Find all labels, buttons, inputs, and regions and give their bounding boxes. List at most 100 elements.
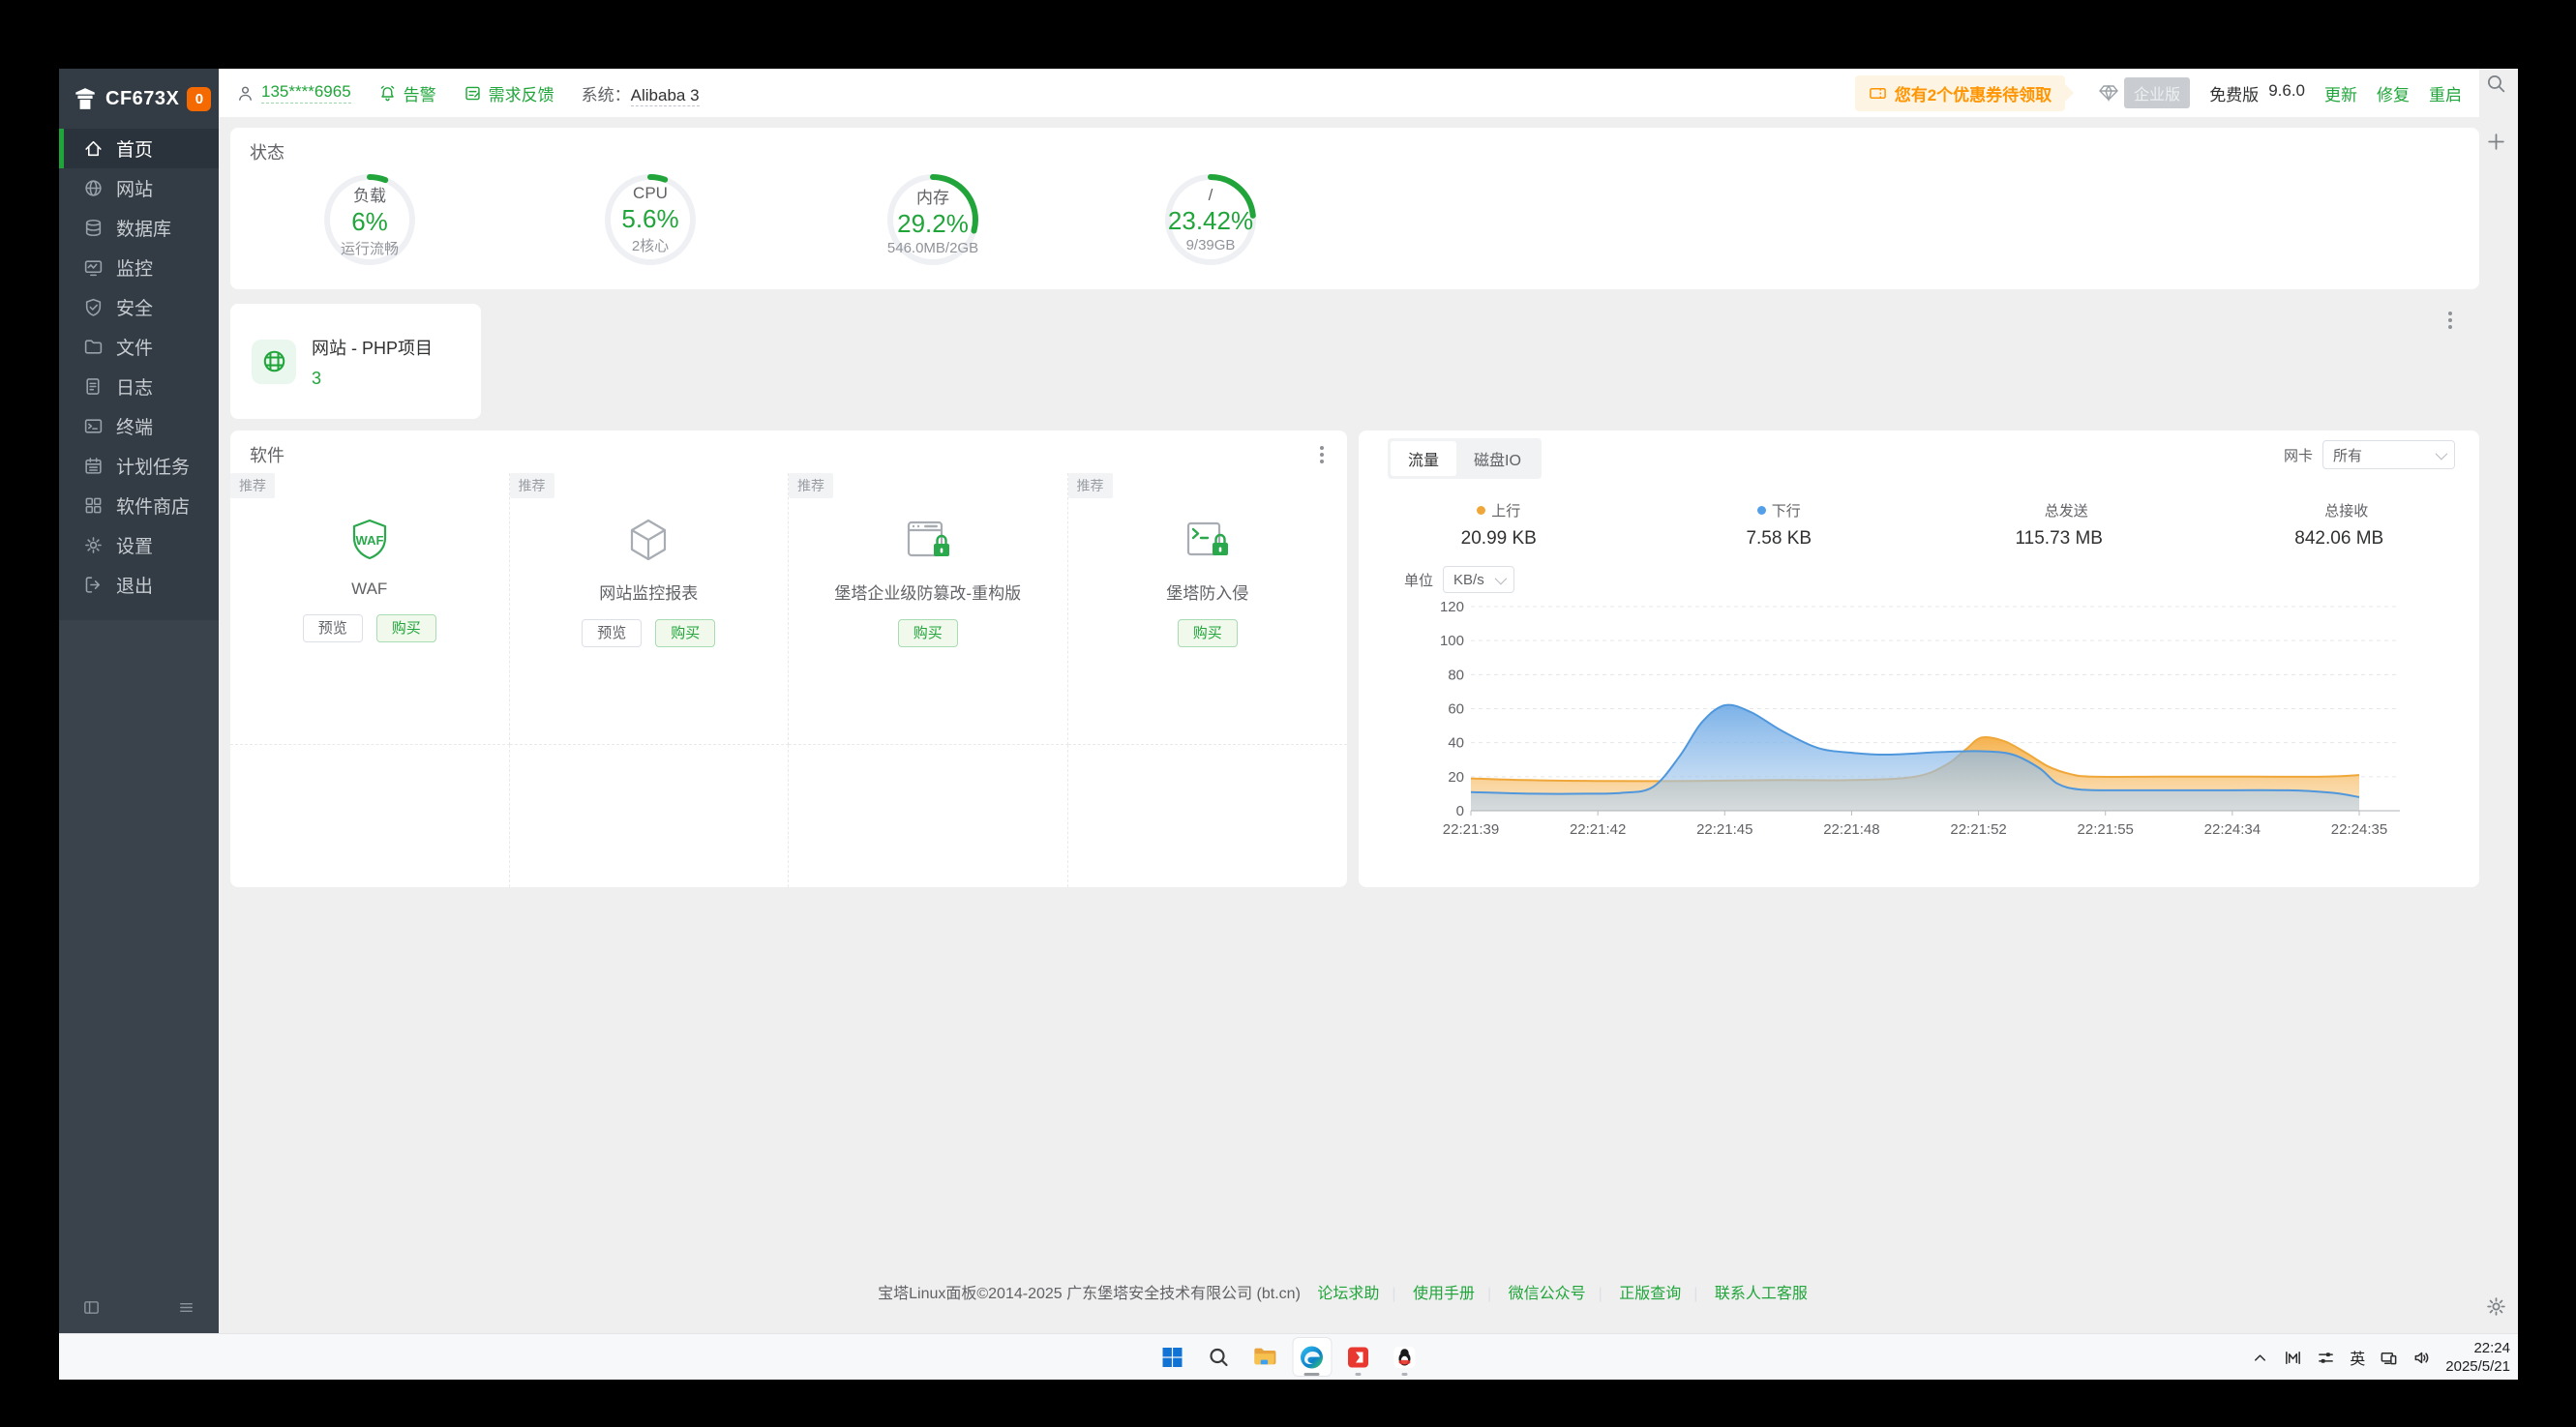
sidebar-item-home[interactable]: 首页: [59, 129, 219, 168]
sidebar-item-appstore[interactable]: 软件商店: [59, 486, 219, 525]
sidebar-nav: 首页 网站 数据库 监控: [59, 129, 219, 605]
buy-button[interactable]: 购买: [1178, 619, 1238, 647]
sidebar-item-website[interactable]: 网站: [59, 168, 219, 208]
logo[interactable]: CF673X 0: [59, 69, 219, 129]
tab-traffic[interactable]: 流量: [1391, 441, 1456, 476]
gauge-value: 29.2%: [897, 209, 969, 239]
sidebar-item-security[interactable]: 安全: [59, 287, 219, 327]
preview-button[interactable]: 预览: [303, 614, 363, 642]
sidebar-item-label: 退出: [116, 572, 153, 598]
home-icon: [83, 138, 104, 159]
software-name: 网站监控报表: [599, 580, 698, 604]
nic-select[interactable]: 所有: [2322, 440, 2455, 469]
sidebar-item-database[interactable]: 数据库: [59, 208, 219, 248]
page-search-icon[interactable]: [2485, 73, 2507, 100]
message-count-badge[interactable]: 0: [187, 87, 211, 111]
repair-button[interactable]: 修复: [2377, 81, 2410, 105]
restart-button[interactable]: 重启: [2429, 81, 2462, 105]
edge-browser-icon[interactable]: [1292, 1337, 1332, 1377]
enterprise-upgrade[interactable]: 企业版: [2098, 77, 2190, 108]
sidebar-item-label: 文件: [116, 334, 153, 360]
chart-tabs: 流量 磁盘IO: [1388, 438, 1542, 479]
ime-indicator[interactable]: 英: [2350, 1346, 2365, 1369]
down-dot-icon: [1757, 506, 1766, 515]
version-info: 免费版 9.6.0: [2209, 81, 2305, 105]
footer-link-genuine[interactable]: 正版查询: [1619, 1286, 1681, 1302]
page-settings-gear-icon[interactable]: [2485, 1295, 2507, 1323]
account-link[interactable]: 135****6965: [236, 82, 351, 104]
gauge-sub: 9/39GB: [1186, 237, 1236, 253]
row-more-icon[interactable]: [2444, 308, 2456, 333]
sidebar-item-cron[interactable]: 计划任务: [59, 446, 219, 486]
unit-select[interactable]: KB/s: [1443, 566, 1514, 593]
software-item-monitor-report[interactable]: 推荐 网站监控报表 预览 购买: [510, 473, 790, 745]
sidebar-item-monitor[interactable]: 监控: [59, 248, 219, 287]
chevron-down-icon: [2436, 447, 2448, 460]
stat-downstream: 下行 7.58 KB: [1639, 500, 1920, 550]
update-button[interactable]: 更新: [2324, 81, 2357, 105]
sidebar-item-logout[interactable]: 退出: [59, 565, 219, 605]
footer-link-forum[interactable]: 论坛求助: [1317, 1286, 1379, 1302]
gauge-value: 5.6%: [621, 204, 678, 234]
software-name: 堡塔企业级防篡改-重构版: [834, 580, 1021, 604]
sidebar-item-settings[interactable]: 设置: [59, 525, 219, 565]
gear-icon: [83, 535, 104, 555]
terminal-lock-icon: [1181, 510, 1235, 570]
tray-chevron-up-icon[interactable]: [2251, 1349, 2269, 1367]
buy-button[interactable]: 购买: [376, 614, 436, 642]
svg-text:0: 0: [1456, 803, 1464, 819]
buy-button[interactable]: 购买: [898, 619, 958, 647]
tray-sliders-icon[interactable]: [2317, 1349, 2335, 1367]
qq-icon[interactable]: [1385, 1337, 1424, 1377]
svg-text:120: 120: [1440, 599, 1464, 615]
taskbar-search-icon[interactable]: [1199, 1337, 1239, 1377]
gauge-value: 23.42%: [1168, 206, 1253, 236]
unit-label: 单位: [1404, 570, 1433, 590]
sidebar-item-label: 计划任务: [116, 453, 190, 479]
gauge-memory[interactable]: 内存29.2%546.0MB/2GB: [886, 173, 979, 266]
account-number[interactable]: 135****6965: [261, 82, 351, 104]
sidebar-item-files[interactable]: 文件: [59, 327, 219, 367]
website-count[interactable]: 3: [312, 369, 433, 389]
alarm-bell-icon: [378, 84, 397, 103]
traffic-chart[interactable]: 02040608010012022:21:3922:21:4222:21:452…: [1427, 597, 2453, 844]
collapse-sidebar-icon[interactable]: [82, 1298, 101, 1322]
footer-link-manual[interactable]: 使用手册: [1413, 1286, 1475, 1302]
file-explorer-icon[interactable]: [1245, 1337, 1285, 1377]
coupon-banner[interactable]: 您有2个优惠券待领取: [1855, 75, 2065, 111]
feedback-link[interactable]: 需求反馈: [464, 81, 554, 105]
software-name: WAF: [351, 580, 387, 599]
menu-list-icon[interactable]: [177, 1298, 195, 1322]
alert-link[interactable]: 告警: [378, 81, 436, 105]
software-item-waf[interactable]: 推荐 WAF WAF 预览 购买: [230, 473, 510, 745]
tray-m-app-icon[interactable]: [2284, 1349, 2302, 1367]
website-card[interactable]: 网站 - PHP项目 3: [230, 304, 481, 419]
footer-link-support[interactable]: 联系人工客服: [1715, 1286, 1808, 1302]
traffic-panel: 流量 磁盘IO 网卡 所有 上行 20.99 KB 下行 7.58 KB: [1359, 431, 2479, 887]
footer-link-wechat[interactable]: 微信公众号: [1509, 1286, 1586, 1302]
office-app-icon[interactable]: [1338, 1337, 1378, 1377]
software-item-intrusion[interactable]: 推荐 堡塔防入侵 购买: [1068, 473, 1348, 745]
tray-device-icon[interactable]: [2380, 1349, 2398, 1367]
windows-start-icon[interactable]: [1153, 1337, 1192, 1377]
sidebar: CF673X 0 首页 网站 数据库: [59, 69, 219, 1333]
tray-volume-icon[interactable]: [2412, 1349, 2431, 1367]
system-name[interactable]: Alibaba 3: [631, 86, 700, 106]
software-more-icon[interactable]: [1316, 442, 1328, 467]
gauge-disk[interactable]: /23.42%9/39GB: [1164, 173, 1257, 266]
taskbar-clock[interactable]: 22:24 2025/5/21: [2445, 1339, 2510, 1377]
sidebar-item-terminal[interactable]: 终端: [59, 406, 219, 446]
tab-disk-io[interactable]: 磁盘IO: [1456, 441, 1539, 476]
recommend-badge: 推荐: [230, 473, 275, 498]
add-panel-icon[interactable]: [2485, 131, 2507, 158]
nic-label: 网卡: [2284, 445, 2313, 465]
sidebar-item-logs[interactable]: 日志: [59, 367, 219, 406]
preview-button[interactable]: 预览: [582, 619, 642, 647]
calendar-icon: [83, 456, 104, 476]
software-empty-cell: [510, 745, 790, 887]
software-item-tamper-proof[interactable]: 推荐 堡塔企业级防篡改-重构版 购买: [789, 473, 1068, 745]
gauge-load[interactable]: 负载6%运行流畅: [323, 173, 416, 266]
gauge-cpu[interactable]: CPU5.6%2核心: [604, 173, 697, 266]
buy-button[interactable]: 购买: [655, 619, 715, 647]
svg-text:22:21:39: 22:21:39: [1443, 821, 1499, 838]
